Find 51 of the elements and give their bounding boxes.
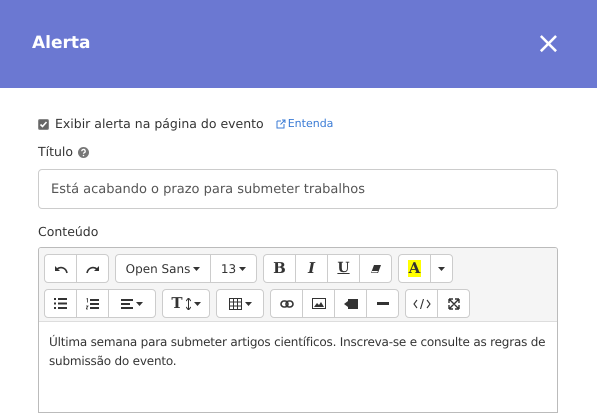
link-icon bbox=[280, 300, 294, 308]
color-menu-button[interactable] bbox=[430, 254, 453, 283]
horizontal-rule-button[interactable] bbox=[366, 289, 399, 318]
align-icon bbox=[121, 298, 133, 308]
arrow-icon bbox=[186, 298, 191, 310]
clear-format-button[interactable] bbox=[359, 254, 392, 283]
numbered-list-button[interactable] bbox=[76, 289, 109, 318]
redo-icon bbox=[86, 264, 100, 274]
caret-icon bbox=[194, 302, 201, 306]
numbered-list-icon bbox=[86, 298, 99, 310]
fullscreen-icon bbox=[448, 298, 460, 310]
video-button[interactable] bbox=[334, 289, 367, 318]
undo-icon bbox=[54, 264, 68, 274]
help-icon bbox=[78, 146, 90, 158]
field-label: Conteúdo bbox=[38, 223, 100, 241]
italic-button[interactable]: I bbox=[295, 254, 328, 283]
underline-button[interactable]: U bbox=[327, 254, 360, 283]
checkbox-label: Exibir alerta na página do evento bbox=[55, 114, 264, 133]
undo-button[interactable] bbox=[44, 254, 77, 283]
link-button[interactable] bbox=[270, 289, 303, 318]
help-link[interactable]: Entenda bbox=[276, 116, 334, 132]
bold-button[interactable]: B bbox=[263, 254, 296, 283]
font-size-dropdown[interactable]: 13 bbox=[210, 254, 257, 283]
line-height-dropdown[interactable]: T bbox=[162, 289, 210, 318]
code-view-button[interactable] bbox=[405, 289, 438, 318]
caret-icon bbox=[136, 302, 143, 306]
dialog-title: Alerta bbox=[32, 32, 90, 56]
external-link-icon bbox=[276, 119, 286, 129]
table-icon bbox=[228, 298, 242, 310]
title-input-field[interactable]: Está acabando o prazo para submeter trabalhos bbox=[38, 169, 558, 209]
fullscreen-button[interactable] bbox=[437, 289, 470, 318]
video-icon bbox=[344, 298, 358, 308]
text-color-button[interactable]: A bbox=[398, 254, 431, 283]
caret-icon bbox=[193, 266, 200, 270]
redo-button[interactable] bbox=[76, 254, 109, 283]
bullet-list-icon bbox=[54, 298, 67, 309]
caret-icon bbox=[239, 266, 246, 270]
code-icon bbox=[412, 298, 430, 308]
field-label: Título bbox=[38, 142, 74, 161]
eraser-icon bbox=[370, 264, 382, 274]
font-family-dropdown[interactable]: Open Sans bbox=[115, 254, 211, 283]
align-dropdown[interactable] bbox=[108, 289, 156, 318]
caret-icon bbox=[244, 302, 252, 306]
image-button[interactable] bbox=[302, 289, 335, 318]
editor-content[interactable]: Última semana para submeter artigos científicos. Inscreva-se e consulte as regras de submissão do evento. bbox=[39, 322, 557, 371]
table-dropdown[interactable] bbox=[216, 289, 264, 318]
image-icon bbox=[312, 298, 326, 309]
close-button[interactable]: × bbox=[536, 29, 561, 59]
bullet-list-button[interactable] bbox=[44, 289, 77, 318]
checkbox[interactable] bbox=[38, 118, 49, 130]
caret-icon bbox=[438, 266, 445, 270]
